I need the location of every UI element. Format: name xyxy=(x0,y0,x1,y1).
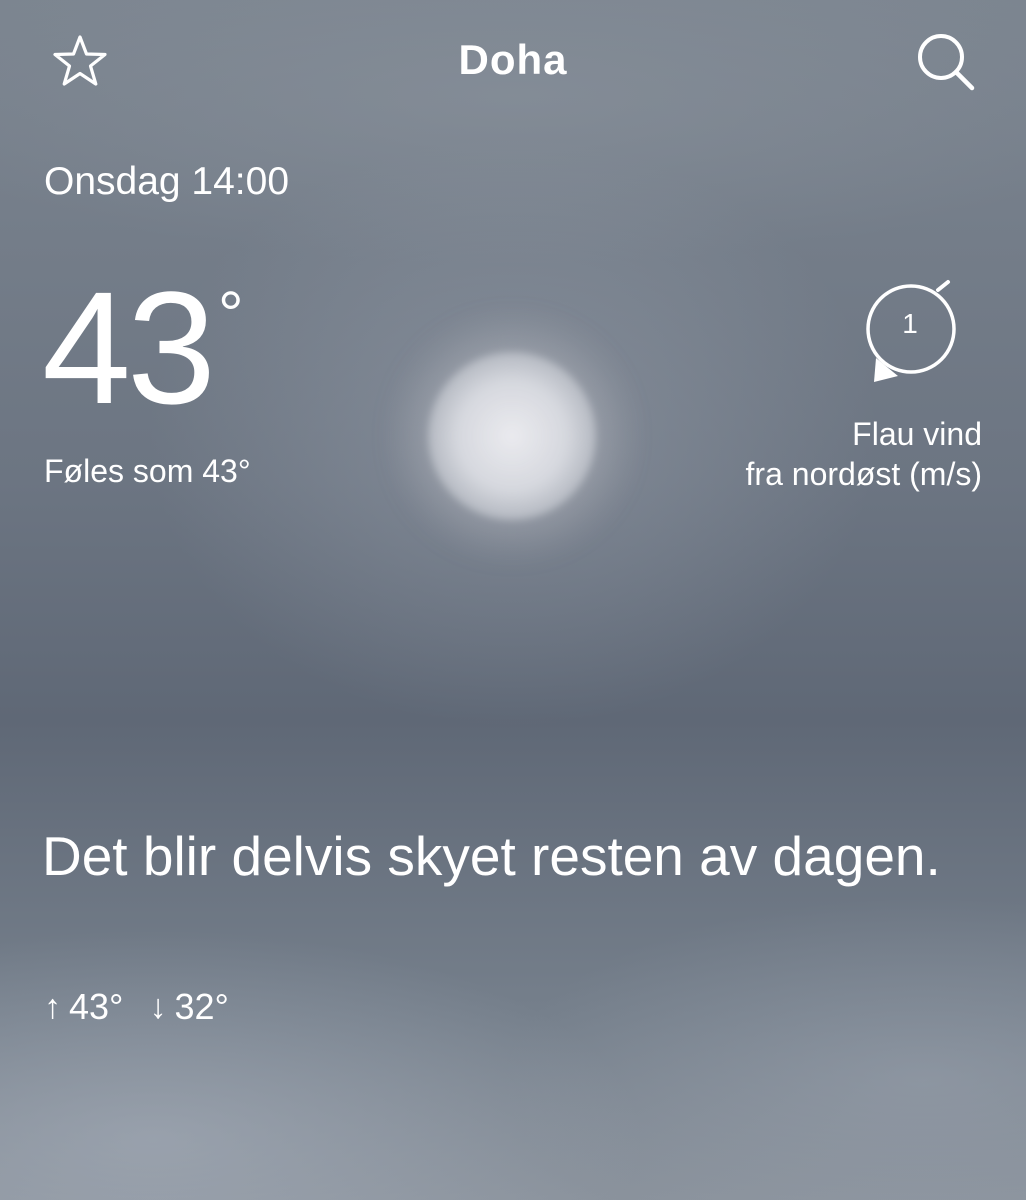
wind-speed-value: 1 xyxy=(902,308,918,339)
current-temperature: 43° xyxy=(42,268,244,438)
city-title: Doha xyxy=(458,36,568,83)
low-temperature: 32° xyxy=(174,986,229,1027)
arrow-down-icon: ↓ xyxy=(149,987,167,1026)
high-temperature: 43° xyxy=(69,986,124,1027)
hazy-sun-icon xyxy=(428,352,596,520)
forecast-datetime: Onsdag 14:00 xyxy=(44,160,290,203)
wind-direction-label: fra nordøst (m/s) xyxy=(745,456,982,492)
top-bar: Doha xyxy=(0,0,1026,120)
temperature-value: 43 xyxy=(42,258,216,437)
search-icon xyxy=(918,34,975,91)
forecast-summary: Det blir delvis skyet resten av dagen. xyxy=(42,825,941,887)
arrow-up-icon: ↑ xyxy=(44,987,61,1026)
high-low-temperatures: ↑ 43° ↓ 32° xyxy=(44,986,229,1028)
feels-like-label: Føles som 43° xyxy=(44,453,251,489)
search-button[interactable] xyxy=(910,28,982,96)
wind-strength-label: Flau vind xyxy=(852,416,982,452)
wind-description: Flau vind fra nordøst (m/s) xyxy=(746,414,982,494)
degree-symbol: ° xyxy=(217,278,244,350)
